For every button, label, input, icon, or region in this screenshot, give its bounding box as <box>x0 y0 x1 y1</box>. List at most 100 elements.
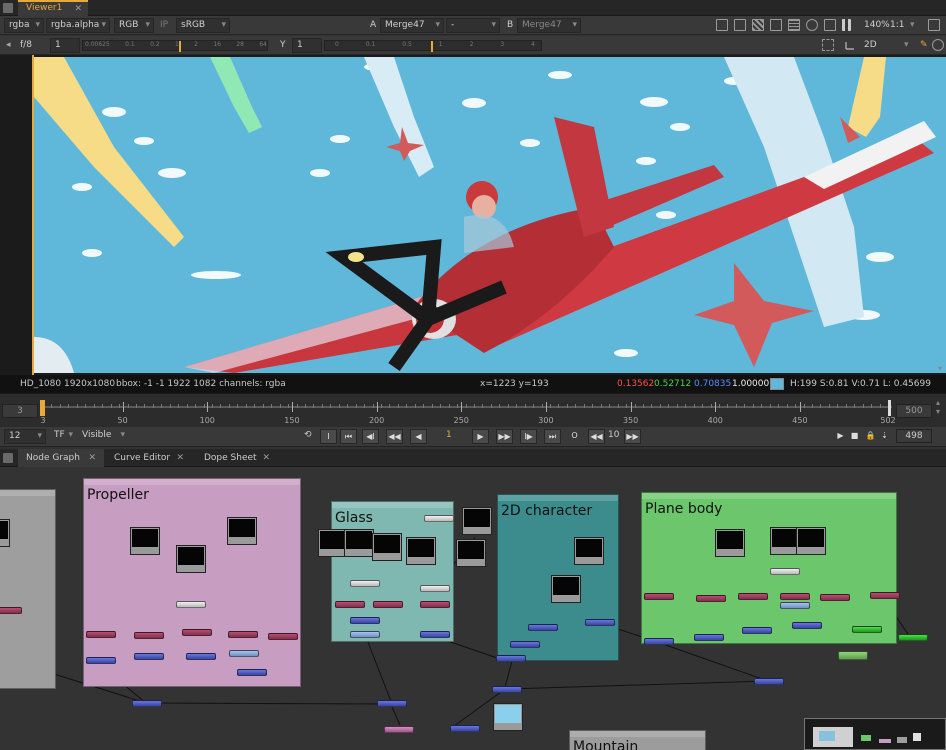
lines-icon[interactable] <box>788 19 800 31</box>
chevron-down-icon[interactable]: ▾ <box>904 39 909 52</box>
read-node-thumbnail[interactable] <box>796 527 826 555</box>
pause-icon[interactable] <box>842 19 851 31</box>
close-icon[interactable]: ✕ <box>74 3 82 16</box>
read-node-thumbnail[interactable] <box>0 519 10 547</box>
read-node-thumbnail[interactable] <box>462 507 492 535</box>
transform-node[interactable] <box>696 595 726 602</box>
increment-field[interactable]: 10 <box>608 430 619 440</box>
grade-node[interactable] <box>510 641 540 648</box>
next-keyframe-button[interactable]: I▶ <box>520 429 537 444</box>
read-node-thumbnail[interactable] <box>551 575 581 603</box>
grade-node[interactable] <box>694 634 724 641</box>
input-b-dropdown[interactable]: Merge47 ▾ <box>517 18 581 33</box>
read-node-thumbnail[interactable] <box>176 545 206 573</box>
blur-node[interactable] <box>350 631 380 638</box>
node-graph-minimap[interactable] <box>804 718 946 750</box>
view-mode[interactable]: 2D <box>864 39 877 52</box>
viewer-expand-icon[interactable]: ▾ <box>938 364 942 373</box>
read-node-thumbnail[interactable] <box>130 527 160 555</box>
overlay-icon[interactable] <box>770 19 782 31</box>
transform-node[interactable] <box>0 607 22 614</box>
grade-node[interactable] <box>450 725 480 732</box>
paint-icon[interactable]: ✎ <box>920 39 928 52</box>
grade-node[interactable] <box>132 700 162 707</box>
playhead[interactable] <box>40 400 45 416</box>
out-marker[interactable] <box>888 400 891 416</box>
settings-icon[interactable] <box>932 39 944 51</box>
transform-node[interactable] <box>228 631 258 638</box>
ip-button[interactable]: IP <box>160 19 168 32</box>
backdrop-mountain[interactable]: Mountain <box>569 730 706 750</box>
backdrop-plane-body[interactable]: Plane body <box>641 492 897 644</box>
fstop-label[interactable]: f/8 <box>20 39 32 52</box>
read-node-thumbnail[interactable] <box>227 517 257 545</box>
channels-dropdown[interactable]: rgba ▾ <box>4 18 44 33</box>
grade-node[interactable] <box>496 655 526 662</box>
loop-icon[interactable]: ⟲ <box>304 430 312 440</box>
range-dropdown[interactable]: Visible ▾ <box>78 429 128 444</box>
input-a-dropdown[interactable]: Merge47 ▾ <box>380 18 444 33</box>
refresh-icon[interactable] <box>806 19 818 31</box>
arrow-left-icon[interactable]: ◂ <box>6 39 11 52</box>
grade-node[interactable] <box>644 638 674 645</box>
end-frame-field[interactable]: 498 <box>896 429 932 443</box>
guides-icon[interactable] <box>734 19 746 31</box>
out-frame-field[interactable]: 500 <box>896 404 932 418</box>
grade-node[interactable] <box>86 657 116 664</box>
sync-icon[interactable]: ⇣ <box>876 429 893 444</box>
last-frame-button[interactable]: ⏭ <box>544 429 561 444</box>
rendered-image[interactable] <box>34 57 946 373</box>
grade-node[interactable] <box>792 622 822 629</box>
frame-ruler[interactable]: 3 50 100 150 200 250 300 350 400 450 502 <box>40 400 896 426</box>
sky-thumbnail[interactable] <box>493 703 523 731</box>
transform-node[interactable] <box>820 594 850 601</box>
transform-node[interactable] <box>335 601 365 608</box>
tab-curve-editor[interactable]: Curve Editor ✕ <box>106 449 192 467</box>
panel-grip-icon[interactable] <box>3 3 13 13</box>
tab-dope-sheet[interactable]: Dope Sheet ✕ <box>196 449 278 467</box>
close-icon[interactable]: ✕ <box>176 449 184 467</box>
checkerboard-icon[interactable] <box>752 19 764 31</box>
in-frame-field[interactable]: 3 <box>2 404 38 418</box>
first-frame-button[interactable]: ⏮ <box>340 429 357 444</box>
grade-node[interactable] <box>585 619 615 626</box>
read-node-thumbnail[interactable] <box>406 537 436 565</box>
current-frame-field[interactable]: 1 <box>446 430 452 440</box>
alpha-dropdown[interactable]: rgba.alpha ▾ <box>46 18 110 33</box>
grade-node[interactable] <box>528 624 558 631</box>
read-node-thumbnail[interactable] <box>344 529 374 557</box>
lut-icon[interactable] <box>824 19 836 31</box>
blur-node[interactable] <box>780 602 810 609</box>
play-backward-button[interactable]: ◀ <box>410 429 427 444</box>
transform-node[interactable] <box>134 632 164 639</box>
transform-node[interactable] <box>870 592 900 599</box>
gamma-handle[interactable] <box>431 41 433 52</box>
merge-node[interactable] <box>350 580 380 587</box>
maximize-icon[interactable] <box>928 19 940 31</box>
read-node-thumbnail[interactable] <box>715 529 745 557</box>
grade-node[interactable] <box>754 678 784 685</box>
step-back-increment-button[interactable]: ◀◀ <box>588 429 605 444</box>
merge-node[interactable] <box>176 601 206 608</box>
tab-node-graph[interactable]: Node Graph ✕ <box>18 449 104 467</box>
grade-node[interactable] <box>492 686 522 693</box>
read-node-thumbnail[interactable] <box>574 537 604 565</box>
roto-node[interactable] <box>384 726 414 733</box>
pixel-ratio[interactable]: 1:1 <box>890 19 904 32</box>
transform-node[interactable] <box>420 601 450 608</box>
gain-slider[interactable]: 0.00625 0.1 0.2 1 2 16 28 64 <box>82 40 268 52</box>
transform-node[interactable] <box>268 633 298 640</box>
zoom-level[interactable]: 140% <box>864 19 890 32</box>
axis-icon[interactable] <box>844 39 856 51</box>
timeline-scroll-icon[interactable]: ▴ ▾ <box>936 398 940 416</box>
gain-handle[interactable] <box>179 41 181 52</box>
step-forward-button[interactable]: ▶▶ <box>496 429 513 444</box>
transform-node[interactable] <box>86 631 116 638</box>
crop-icon[interactable] <box>822 39 834 51</box>
blur-node[interactable] <box>229 650 259 657</box>
grade-node[interactable] <box>377 700 407 707</box>
timecode-dropdown[interactable]: TF ▾ <box>50 429 76 444</box>
grade-node[interactable] <box>350 617 380 624</box>
node-graph-canvas[interactable]: Propeller Glass 2D character Plane body … <box>0 467 946 750</box>
gamma-input[interactable]: 1 <box>292 38 322 53</box>
